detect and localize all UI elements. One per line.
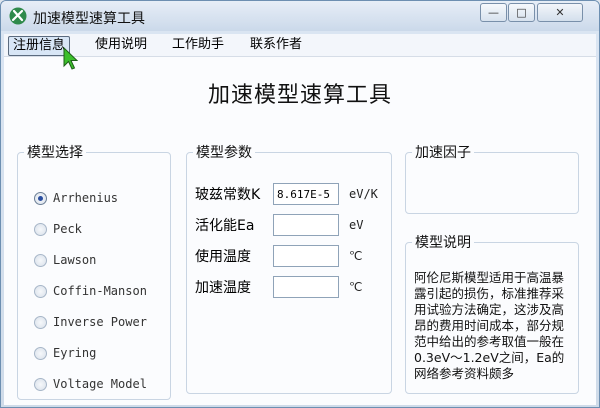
radio-label: Arrhenius (53, 191, 119, 205)
radio-inverse-power[interactable]: Inverse Power (34, 314, 147, 330)
param-row-activation-energy: 活化能Ea eV (195, 213, 363, 237)
menu-item-work-assistant[interactable]: 工作助手 (168, 36, 228, 54)
radio-checked-icon[interactable] (34, 191, 47, 205)
radio-icon[interactable] (34, 315, 47, 329)
radio-label: Coffin-Manson (53, 284, 147, 298)
boltzmann-constant-input[interactable] (273, 183, 339, 205)
radio-coffin-manson[interactable]: Coffin-Manson (34, 283, 147, 299)
model-params-legend: 模型参数 (196, 145, 252, 161)
model-select-legend: 模型选择 (27, 145, 83, 161)
radio-lawson[interactable]: Lawson (34, 252, 96, 268)
model-params-group: 模型参数 玻兹常数K eV/K 活化能Ea eV 使用温度 ℃ 加速温度 ℃ (186, 142, 392, 394)
radio-label: Eyring (53, 346, 97, 360)
window-title: 加速模型速算工具 (33, 11, 145, 27)
param-unit: eV/K (349, 187, 378, 201)
app-window: 加速模型速算工具 — □ ✕ 注册信息 使用说明 工作助手 联系作者 加速模型速… (0, 0, 600, 408)
radio-eyring[interactable]: Eyring (34, 345, 96, 361)
menu-item-usage-guide[interactable]: 使用说明 (91, 36, 151, 54)
radio-arrhenius[interactable]: Arrhenius (34, 190, 118, 206)
radio-icon[interactable] (34, 222, 47, 236)
close-icon: ✕ (555, 6, 565, 19)
menu-item-register-info[interactable]: 注册信息 (8, 36, 71, 56)
page-title: 加速模型速算工具 (207, 83, 392, 108)
tools-icon[interactable] (9, 7, 27, 25)
radio-icon[interactable] (34, 253, 47, 267)
model-description-group: 模型说明 阿伦尼斯模型适用于高温暴露引起的损伤，标准推荐采用试验方法确定，这涉及… (405, 232, 579, 394)
minimize-button[interactable]: — (480, 3, 507, 22)
model-select-group: 模型选择 Arrhenius Peck Lawson Coffin-Manson… (17, 142, 171, 400)
accel-factor-group: 加速因子 (405, 142, 579, 214)
maximize-icon: □ (516, 6, 527, 19)
maximize-button[interactable]: □ (508, 3, 535, 22)
minimize-icon: — (488, 6, 499, 19)
param-row-accel-temperature: 加速温度 ℃ (195, 275, 362, 299)
accel-temperature-input[interactable] (273, 276, 339, 298)
title-bar[interactable]: 加速模型速算工具 — □ ✕ (1, 1, 599, 31)
model-description-legend: 模型说明 (415, 235, 471, 251)
radio-label: Peck (53, 222, 82, 236)
param-unit: ℃ (349, 249, 363, 263)
param-row-use-temperature: 使用温度 ℃ (195, 244, 362, 268)
activation-energy-input[interactable] (273, 214, 339, 236)
close-button[interactable]: ✕ (537, 3, 583, 22)
menu-item-contact-author[interactable]: 联系作者 (246, 36, 306, 54)
radio-label: Lawson (53, 253, 97, 267)
radio-icon[interactable] (34, 377, 47, 391)
model-description-text: 阿伦尼斯模型适用于高温暴露引起的损伤，标准推荐采用试验方法确定，这涉及高昂的费用… (414, 270, 565, 381)
use-temperature-input[interactable] (273, 245, 339, 267)
param-label: 玻兹常数K (195, 187, 261, 203)
param-label: 使用温度 (195, 249, 251, 265)
radio-icon[interactable] (34, 284, 47, 298)
param-label: 加速温度 (195, 280, 251, 296)
radio-peck[interactable]: Peck (34, 221, 82, 237)
radio-icon[interactable] (34, 346, 47, 360)
param-row-boltzmann: 玻兹常数K eV/K (195, 182, 378, 206)
param-unit: eV (349, 218, 364, 232)
mouse-pointer-icon (63, 47, 79, 70)
param-label: 活化能Ea (195, 218, 255, 234)
radio-label: Voltage Model (53, 377, 147, 391)
param-unit: ℃ (349, 280, 363, 294)
client-area: 加速模型速算工具 模型选择 Arrhenius Peck Lawson Coff… (4, 57, 596, 405)
radio-label: Inverse Power (53, 315, 147, 329)
menu-bar: 注册信息 使用说明 工作助手 联系作者 (4, 34, 596, 57)
radio-voltage-model[interactable]: Voltage Model (34, 376, 147, 392)
accel-factor-legend: 加速因子 (415, 145, 471, 161)
